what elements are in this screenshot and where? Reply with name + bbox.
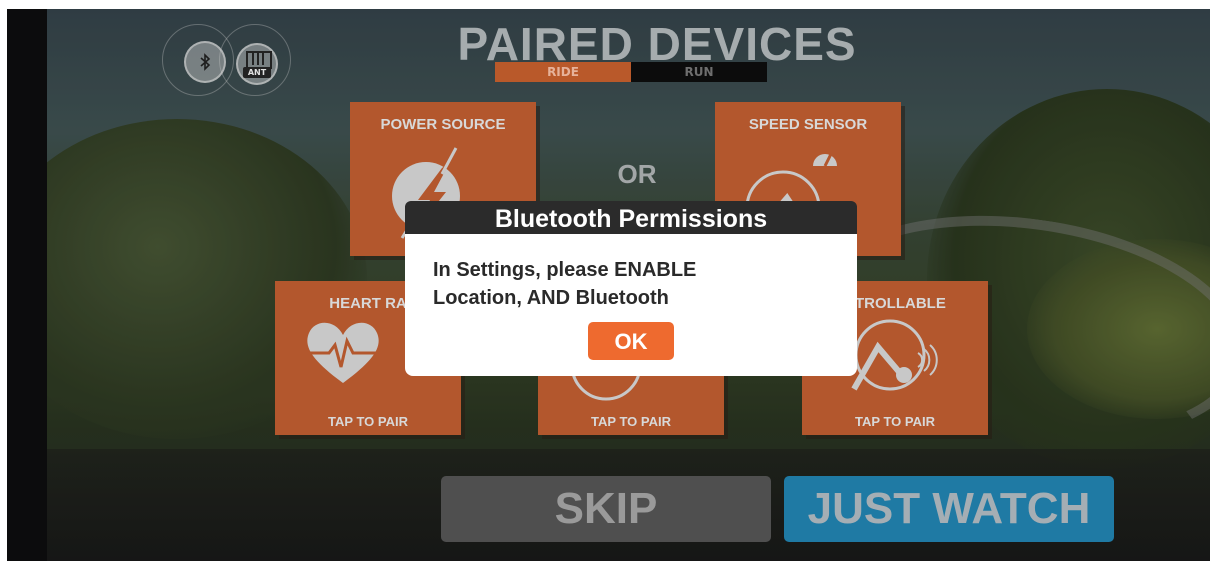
- tab-run[interactable]: RUN: [631, 62, 767, 82]
- tile-label: POWER SOURCE: [380, 116, 506, 133]
- dialog-title: Bluetooth Permissions: [405, 201, 857, 234]
- dialog-message: In Settings, please ENABLE Location, AND…: [433, 259, 697, 309]
- tap-to-pair-label: TAP TO PAIR: [855, 414, 935, 429]
- or-separator: OR: [617, 159, 657, 189]
- app-screen: ANT PAIRED DEVICES RIDE RUN POWER SOURCE…: [0, 0, 1210, 561]
- just-watch-button[interactable]: JUST WATCH: [784, 476, 1114, 542]
- bluetooth-permissions-dialog: Bluetooth Permissions In Settings, pleas…: [405, 201, 857, 376]
- heart-rate-icon: [307, 322, 379, 383]
- ant-label: ANT: [243, 67, 271, 78]
- dialog-body: In Settings, please ENABLE Location, AND…: [405, 234, 857, 376]
- tap-to-pair-label: TAP TO PAIR: [591, 414, 671, 429]
- skip-button[interactable]: SKIP: [441, 476, 771, 542]
- ok-button[interactable]: OK: [588, 322, 674, 360]
- screen-edge-bar: [7, 9, 47, 561]
- sport-toggle: RIDE RUN: [495, 62, 767, 82]
- tile-label: SPEED SENSOR: [748, 116, 868, 133]
- bluetooth-icon[interactable]: [184, 41, 226, 83]
- controllable-trainer-icon: [851, 319, 938, 391]
- ant-icon[interactable]: ANT: [236, 43, 278, 85]
- tap-to-pair-label: TAP TO PAIR: [328, 414, 408, 429]
- tab-ride[interactable]: RIDE: [495, 62, 631, 82]
